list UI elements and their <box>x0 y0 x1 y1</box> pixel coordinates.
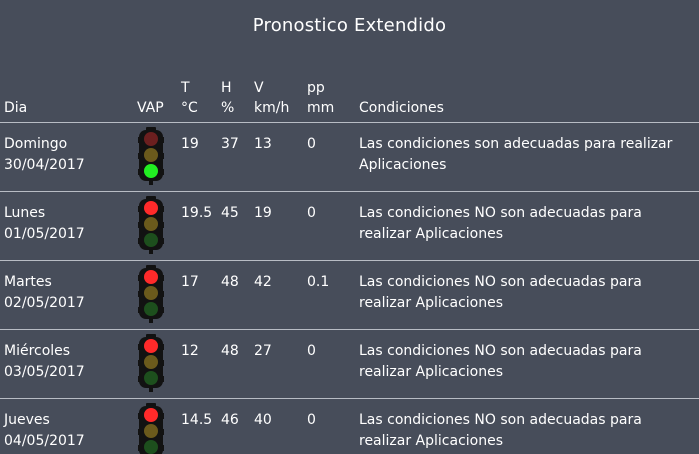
conditions-line-2: realizar Aplicaciones <box>359 226 504 242</box>
wind-cell: 27 <box>254 329 307 399</box>
precipitation-cell: 0.1 <box>307 260 359 330</box>
conditions-line-2: Aplicaciones <box>359 157 447 173</box>
forecast-table: Dia VAP T °C H% Vkm/h pp mm Condiciones Do… <box>0 78 699 454</box>
day-date: 30/04/2017 <box>4 157 85 173</box>
wind-cell: 19 <box>254 191 307 261</box>
day-date: 04/05/2017 <box>4 433 85 449</box>
humidity-cell: 48 <box>221 329 254 399</box>
traffic-light-icon <box>138 334 164 392</box>
temperature-cell: 12 <box>181 329 221 399</box>
vap-cell <box>137 398 181 454</box>
temperature-cell: 19 <box>181 122 221 192</box>
conditions-cell: Las condiciones NO son adecuadas para rea… <box>359 260 699 330</box>
humidity-cell: 45 <box>221 191 254 261</box>
table-header-row: Dia VAP T °C H% Vkm/h pp mm Condiciones <box>0 78 699 123</box>
day-date: 01/05/2017 <box>4 226 85 242</box>
conditions-line-1: Las condiciones NO son adecuadas para <box>359 412 642 428</box>
temperature-cell: 17 <box>181 260 221 330</box>
header-vap: VAP <box>137 78 181 123</box>
day-cell: Jueves 04/05/2017 <box>0 398 137 454</box>
precipitation-cell: 0 <box>307 191 359 261</box>
temperature-cell: 19.5 <box>181 191 221 261</box>
wind-cell: 13 <box>254 122 307 192</box>
wind-cell: 42 <box>254 260 307 330</box>
day-cell: Lunes 01/05/2017 <box>0 191 137 261</box>
header-wind: Vkm/h <box>254 78 307 123</box>
vap-cell <box>137 191 181 261</box>
traffic-light-icon <box>138 127 164 185</box>
vap-cell <box>137 122 181 192</box>
header-conditions: Condiciones <box>359 78 699 123</box>
day-cell: Miércoles 03/05/2017 <box>0 329 137 399</box>
conditions-cell: Las condiciones NO son adecuadas para rea… <box>359 329 699 399</box>
day-name: Jueves <box>4 412 50 428</box>
conditions-line-1: Las condiciones NO son adecuadas para <box>359 274 642 290</box>
precipitation-cell: 0 <box>307 329 359 399</box>
conditions-cell: Las condiciones NO son adecuadas para rea… <box>359 398 699 454</box>
header-humidity: H% <box>221 78 254 123</box>
day-name: Miércoles <box>4 343 71 359</box>
header-dia: Dia <box>0 78 137 123</box>
day-cell: Martes 02/05/2017 <box>0 260 137 330</box>
vap-cell <box>137 329 181 399</box>
day-name: Domingo <box>4 136 68 152</box>
precipitation-cell: 0 <box>307 398 359 454</box>
humidity-cell: 37 <box>221 122 254 192</box>
table-row: Miércoles 03/05/2017 12 48 27 0 Las condicione… <box>0 329 699 399</box>
header-temperature: T °C <box>181 78 221 123</box>
table-row: Lunes 01/05/2017 19.5 45 19 0 Las condiciones … <box>0 191 699 261</box>
precipitation-cell: 0 <box>307 122 359 192</box>
page-title: Pronostico Extendido <box>252 15 447 36</box>
conditions-line-2: realizar Aplicaciones <box>359 295 504 311</box>
conditions-line-2: realizar Aplicaciones <box>359 433 504 449</box>
conditions-line-1: Las condiciones NO son adecuadas para <box>359 343 642 359</box>
traffic-light-icon <box>138 265 164 323</box>
humidity-cell: 46 <box>221 398 254 454</box>
conditions-line-1: Las condiciones NO son adecuadas para <box>359 205 642 221</box>
traffic-light-icon <box>138 403 164 454</box>
table-row: Jueves 04/05/2017 14.5 46 40 0 Las condiciones… <box>0 398 699 454</box>
conditions-line-1: Las condiciones son adecuadas para reali… <box>359 136 673 152</box>
vap-cell <box>137 260 181 330</box>
day-date: 03/05/2017 <box>4 364 85 380</box>
header-precipitation: pp mm <box>307 78 359 123</box>
day-name: Lunes <box>4 205 46 221</box>
traffic-light-icon <box>138 196 164 254</box>
conditions-cell: Las condiciones NO son adecuadas para rea… <box>359 191 699 261</box>
conditions-cell: Las condiciones son adecuadas para reali… <box>359 122 699 192</box>
table-row: Domingo 30/04/2017 19 37 13 0 Las condiciones … <box>0 122 699 192</box>
wind-cell: 40 <box>254 398 307 454</box>
day-name: Martes <box>4 274 52 290</box>
conditions-line-2: realizar Aplicaciones <box>359 364 504 380</box>
day-date: 02/05/2017 <box>4 295 85 311</box>
day-cell: Domingo 30/04/2017 <box>0 122 137 192</box>
humidity-cell: 48 <box>221 260 254 330</box>
table-row: Martes 02/05/2017 17 48 42 0.1 Las condiciones… <box>0 260 699 330</box>
temperature-cell: 14.5 <box>181 398 221 454</box>
